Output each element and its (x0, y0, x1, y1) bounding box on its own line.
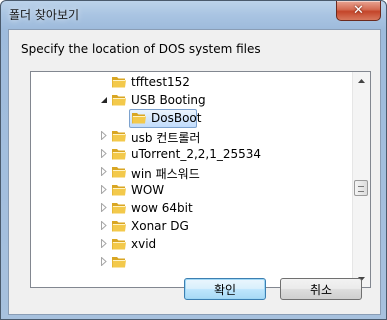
folder-tree-rows: tfftest152 USB Booting DosBoot usb 컨트롤러 uTor… (31, 72, 353, 287)
folder-icon (111, 218, 127, 234)
folder-icon (111, 236, 127, 252)
chevron-expand-icon[interactable] (99, 203, 108, 212)
instruction-text: Specify the location of DOS system files (21, 42, 261, 56)
folder-tree[interactable]: tfftest152 USB Booting DosBoot usb 컨트롤러 uTor… (30, 71, 371, 288)
tree-item-label: WOW (131, 183, 165, 197)
chevron-expand-icon[interactable] (99, 239, 108, 248)
tree-item[interactable]: DosBoot (31, 109, 353, 128)
window-title: 폴더 찾아보기 (9, 8, 80, 22)
folder-icon (111, 74, 127, 90)
tree-item[interactable]: USB Booting (31, 91, 353, 109)
tree-item-label: wow 64bit (131, 201, 193, 215)
tree-item-label: USB Booting (131, 93, 206, 107)
folder-icon (111, 146, 127, 162)
chevron-expand-icon[interactable] (99, 131, 108, 140)
tree-item[interactable]: wow 64bit (31, 199, 353, 217)
folder-browser-dialog: 폴더 찾아보기 ✕ Specify the location of DOS sy… (0, 0, 387, 320)
folder-icon (111, 254, 127, 270)
folder-icon (131, 110, 147, 126)
chevron-expand-icon[interactable] (99, 185, 108, 194)
tree-item[interactable]: win 패스워드 (31, 163, 353, 181)
tree-item[interactable]: Xonar DG (31, 217, 353, 235)
tree-item-label: tfftest152 (131, 75, 190, 89)
ok-button[interactable]: 확인 (184, 278, 266, 300)
chevron-expand-icon[interactable] (99, 221, 108, 230)
tree-item[interactable]: uTorrent_2,2,1_25534 (31, 145, 353, 163)
folder-icon (111, 200, 127, 216)
cancel-button[interactable]: 취소 (280, 278, 362, 300)
tree-item[interactable]: usb 컨트롤러 (31, 127, 353, 145)
vertical-scrollbar[interactable] (352, 72, 370, 287)
folder-icon (111, 128, 127, 144)
tree-item-label: usb 컨트롤러 (131, 131, 201, 145)
chevron-collapse-icon[interactable] (99, 95, 108, 104)
close-icon: ✕ (353, 3, 364, 18)
tree-item-label: DosBoot (151, 111, 202, 125)
chevron-expand-icon[interactable] (99, 167, 108, 176)
tree-item-label: Xonar DG (131, 219, 189, 233)
tree-item[interactable]: xvid (31, 235, 353, 253)
arrow-up-icon (358, 78, 365, 83)
scrollbar-thumb[interactable] (354, 180, 368, 196)
scroll-up-button[interactable] (353, 72, 370, 89)
tree-item-label: xvid (131, 237, 157, 251)
folder-icon (111, 92, 127, 108)
tree-item[interactable]: WOW (31, 181, 353, 199)
folder-icon (111, 182, 127, 198)
folder-icon (111, 164, 127, 180)
tree-item[interactable]: tfftest152 (31, 73, 353, 91)
title-bar[interactable]: 폴더 찾아보기 ✕ (1, 1, 386, 27)
tree-item[interactable] (31, 253, 353, 271)
tree-item-label: win 패스워드 (131, 167, 200, 181)
chevron-expand-icon[interactable] (99, 149, 108, 158)
chevron-expand-icon[interactable] (99, 257, 108, 266)
close-button[interactable]: ✕ (336, 1, 381, 21)
tree-item-label: uTorrent_2,2,1_25534 (131, 147, 262, 161)
dialog-client-area: Specify the location of DOS system files… (8, 29, 381, 315)
